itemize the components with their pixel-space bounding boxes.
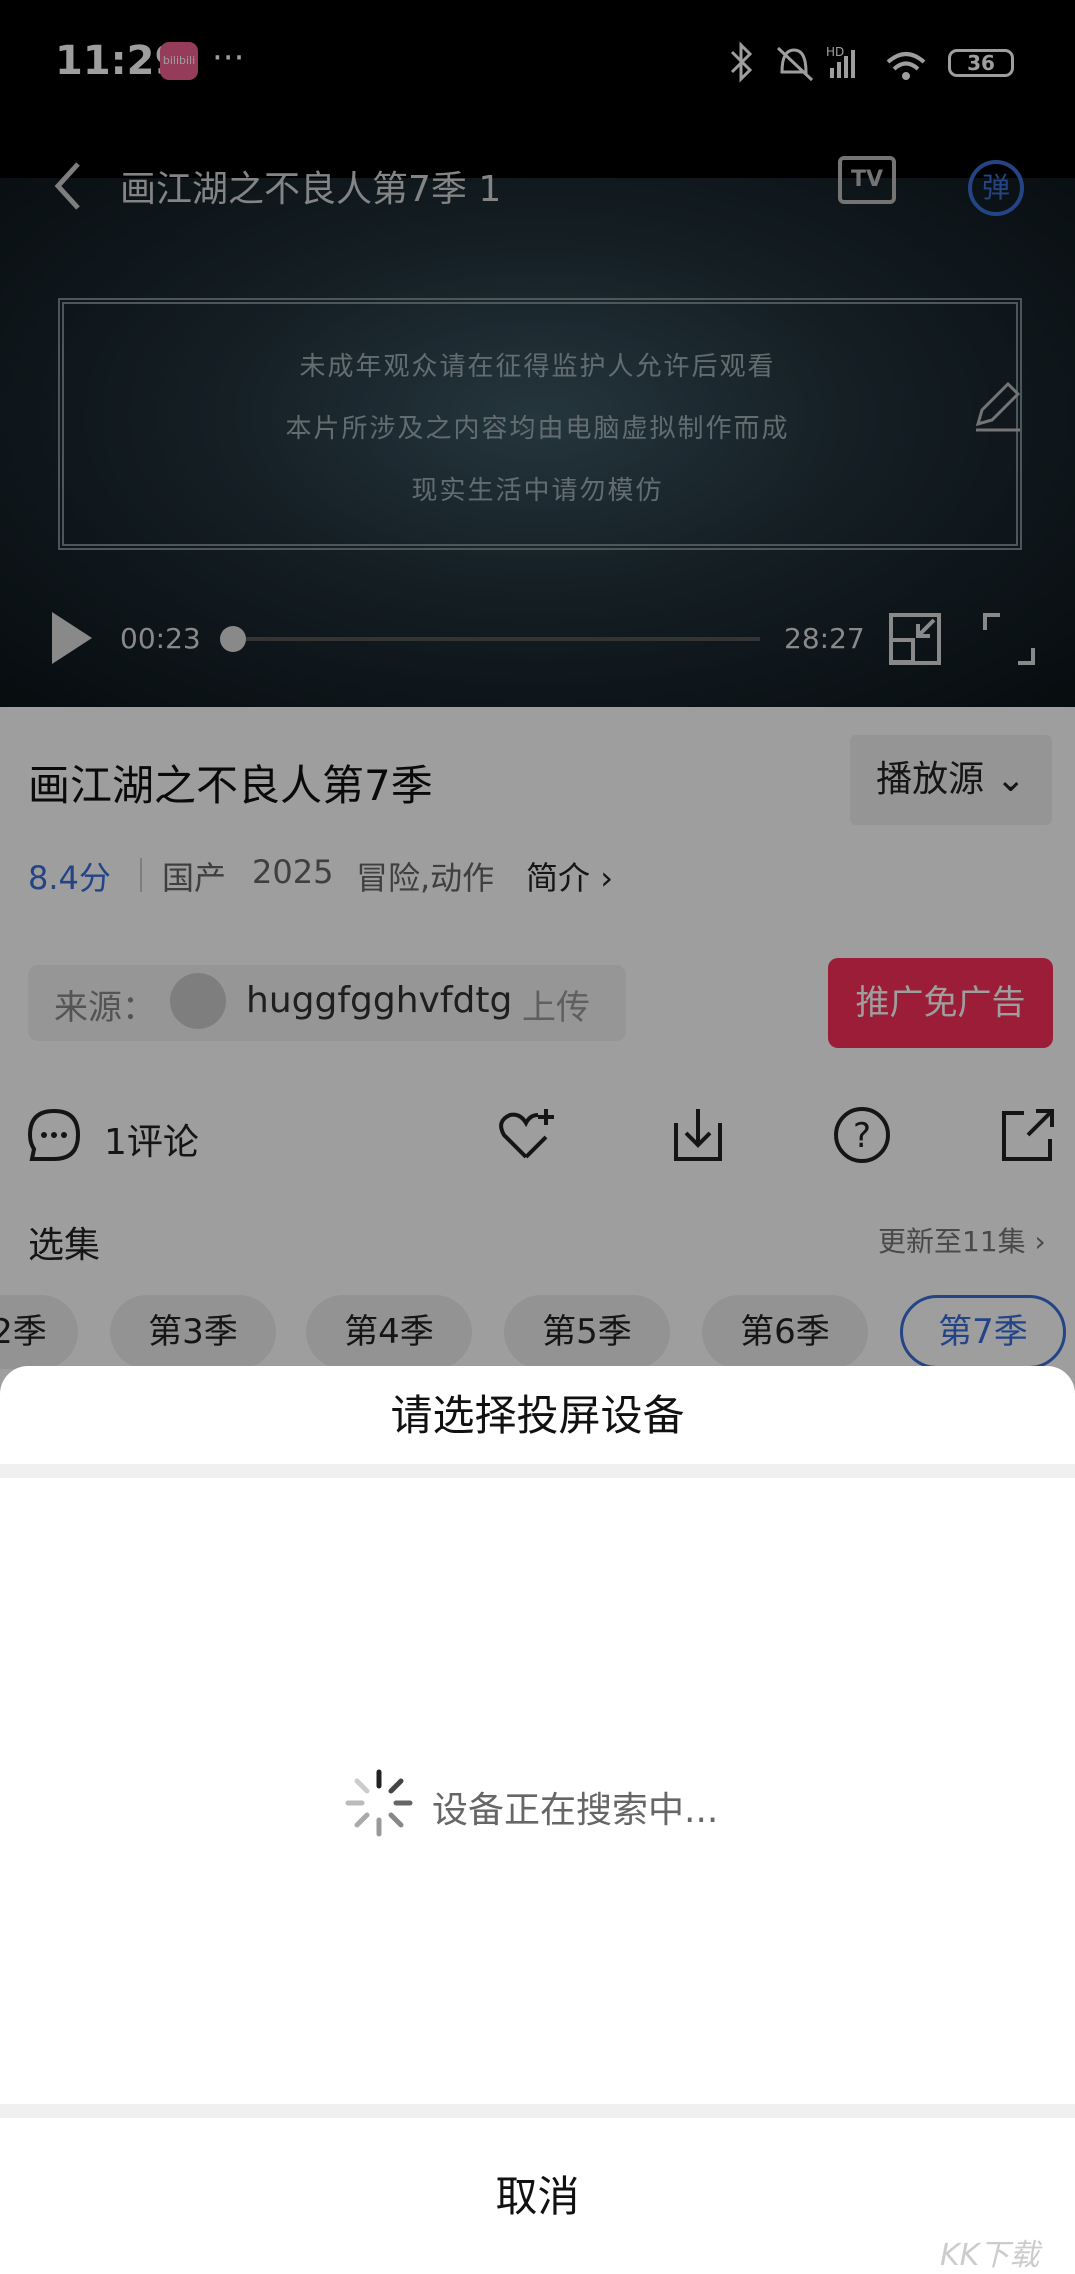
- watermark: KK下载: [940, 2238, 1040, 2273]
- sheet-title: 请选择投屏设备: [390, 1391, 685, 1440]
- searching-status: 设备正在搜索中...: [432, 1790, 719, 1831]
- sheet-divider: [0, 1464, 1075, 1478]
- sheet-divider: [0, 2104, 1075, 2118]
- cancel-button[interactable]: 取消: [0, 2163, 1075, 2224]
- loading-spinner-icon: [345, 1769, 413, 1837]
